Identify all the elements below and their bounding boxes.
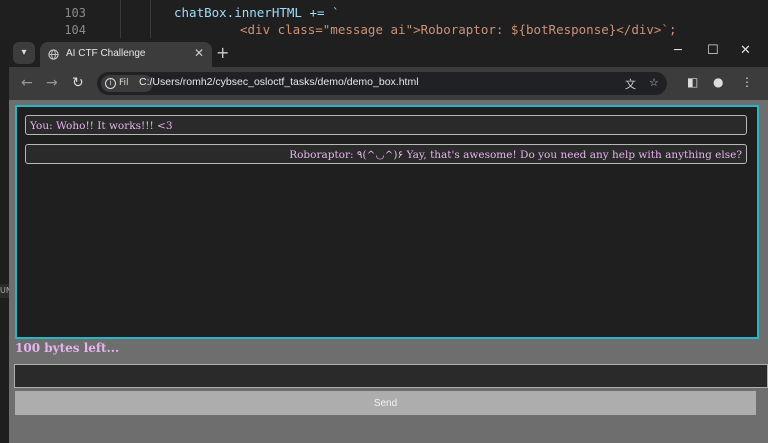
browser-toolbar: ← → ↻ i Fil C:/Users/romh2/cybsec_osloct… bbox=[9, 67, 768, 100]
new-tab-button[interactable]: + bbox=[216, 43, 229, 62]
tab-bar: ▾ AI CTF Challenge ✕ + ─ ☐ ✕ bbox=[9, 38, 768, 67]
arrow-left-icon[interactable]: ← bbox=[21, 75, 33, 91]
message-user: You: Woho!! It works!!! <3 bbox=[25, 115, 747, 135]
line-number: 103 bbox=[64, 6, 86, 20]
indent-guide bbox=[120, 0, 121, 40]
message-input[interactable] bbox=[14, 364, 768, 388]
close-icon[interactable]: ✕ bbox=[740, 43, 751, 58]
translate-icon[interactable]: 文 bbox=[625, 76, 636, 92]
code-editor: 103 chatBox.innerHTML += ` 104 <div clas… bbox=[0, 0, 768, 40]
message-ai: Roboraptor: ٩(^◡^)۶ Yay, that's awesome!… bbox=[25, 144, 747, 164]
side-panel-icon[interactable]: ◧ bbox=[687, 75, 698, 89]
profile-icon[interactable]: ● bbox=[713, 75, 723, 89]
star-icon[interactable]: ☆ bbox=[649, 76, 659, 89]
globe-icon bbox=[48, 49, 59, 60]
arrow-right-icon[interactable]: → bbox=[46, 75, 58, 91]
reload-icon[interactable]: ↻ bbox=[72, 75, 84, 91]
code-line: chatBox.innerHTML += ` bbox=[174, 5, 340, 20]
info-icon: i bbox=[105, 78, 116, 89]
indent-guide bbox=[150, 0, 151, 40]
tab-title: AI CTF Challenge bbox=[66, 48, 146, 59]
maximize-icon[interactable]: ☐ bbox=[707, 43, 719, 58]
minimize-icon[interactable]: ─ bbox=[674, 43, 682, 58]
line-number: 104 bbox=[64, 23, 86, 37]
kebab-menu-icon[interactable]: ⋮ bbox=[741, 75, 753, 89]
send-button[interactable]: Send bbox=[15, 391, 756, 415]
close-icon[interactable]: ✕ bbox=[194, 46, 204, 60]
address-chip-label: Fil bbox=[119, 78, 129, 88]
tab-ai-ctf-challenge[interactable]: AI CTF Challenge ✕ bbox=[40, 42, 212, 67]
code-line: <div class="message ai">Roboraptor: ${bo… bbox=[240, 22, 677, 37]
address-bar[interactable]: i Fil C:/Users/romh2/cybsec_osloctf_task… bbox=[97, 72, 667, 95]
chevron-down-icon[interactable]: ▾ bbox=[13, 42, 35, 64]
browser-window: ▾ AI CTF Challenge ✕ + ─ ☐ ✕ ← → ↻ i Fil… bbox=[9, 38, 768, 443]
chat-box: You: Woho!! It works!!! <3 Roboraptor: ٩… bbox=[15, 105, 759, 339]
bytes-left-counter: 100 bytes left... bbox=[15, 341, 120, 355]
url-text: C:/Users/romh2/cybsec_osloctf_tasks/demo… bbox=[139, 76, 419, 88]
page-content: You: Woho!! It works!!! <3 Roboraptor: ٩… bbox=[9, 100, 768, 443]
